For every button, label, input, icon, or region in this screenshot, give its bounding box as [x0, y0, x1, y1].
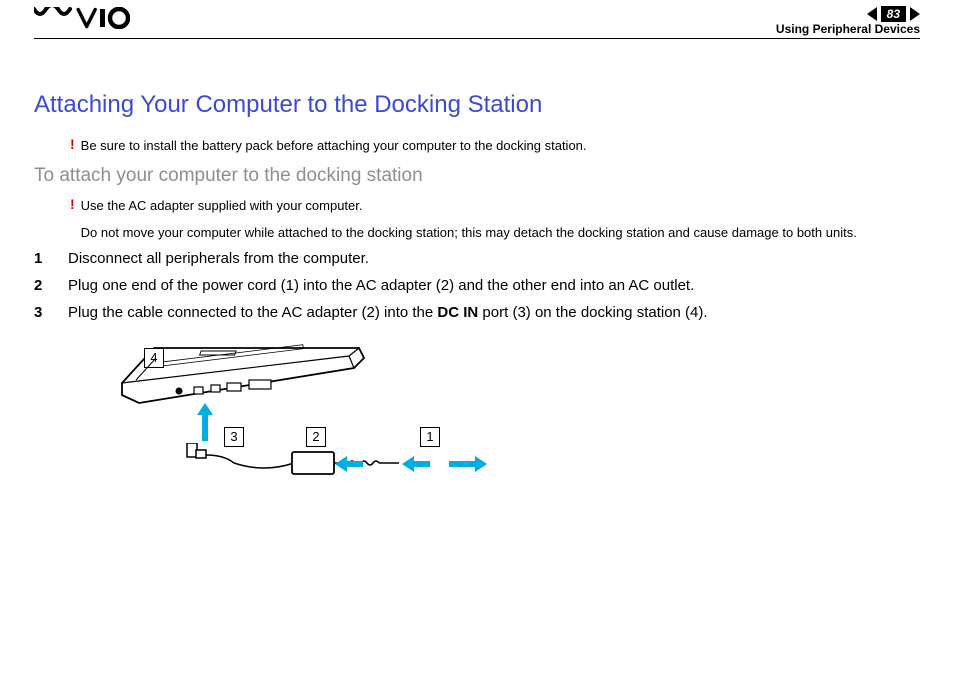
prev-page-icon[interactable]: [867, 7, 877, 21]
step-item: 3 Plug the cable connected to the AC ada…: [34, 302, 920, 323]
warning-icon: !: [70, 137, 75, 151]
cable-illustration: [184, 443, 434, 483]
page-title: Attaching Your Computer to the Docking S…: [34, 91, 920, 119]
steps-list: 1 Disconnect all peripherals from the co…: [34, 248, 920, 323]
callout-1: 1: [420, 427, 440, 447]
step-number: 1: [34, 248, 54, 269]
page-content: Attaching Your Computer to the Docking S…: [34, 39, 920, 513]
step-text: Plug one end of the power cord (1) into …: [68, 275, 694, 296]
vaio-logo: [34, 7, 130, 35]
step-text: Disconnect all peripherals from the comp…: [68, 248, 369, 269]
step-text: Plug the cable connected to the AC adapt…: [68, 302, 708, 323]
dock-diagram: 4 3 2: [84, 343, 504, 513]
callout-line: [130, 358, 160, 388]
step-item: 2 Plug one end of the power cord (1) int…: [34, 275, 920, 296]
step-item: 1 Disconnect all peripherals from the co…: [34, 248, 920, 269]
arrow-left-1: [402, 456, 430, 472]
page-header: 83 Using Peripheral Devices: [34, 0, 920, 39]
warning-text: Be sure to install the battery pack befo…: [81, 137, 920, 155]
arrow-up-3: [197, 403, 213, 441]
step-number: 2: [34, 275, 54, 296]
warning-2: ! Use the AC adapter supplied with your …: [70, 197, 920, 242]
warning-text: Use the AC adapter supplied with your co…: [81, 197, 920, 215]
arrow-right-out: [449, 456, 487, 472]
page-nav: 83: [867, 6, 920, 22]
breadcrumb: Using Peripheral Devices: [776, 22, 920, 36]
next-page-icon[interactable]: [910, 7, 920, 21]
vaio-logo-svg: [34, 7, 130, 29]
step-number: 3: [34, 302, 54, 323]
manual-page: 83 Using Peripheral Devices Attaching Yo…: [0, 0, 954, 674]
warning-1: ! Be sure to install the battery pack be…: [70, 137, 920, 155]
page-number: 83: [881, 6, 906, 22]
warning-text: Do not move your computer while attached…: [81, 224, 920, 242]
arrow-left-2: [335, 456, 363, 472]
section-subtitle: To attach your computer to the docking s…: [34, 165, 920, 187]
warning-icon: !: [70, 197, 75, 211]
callout-2: 2: [306, 427, 326, 447]
